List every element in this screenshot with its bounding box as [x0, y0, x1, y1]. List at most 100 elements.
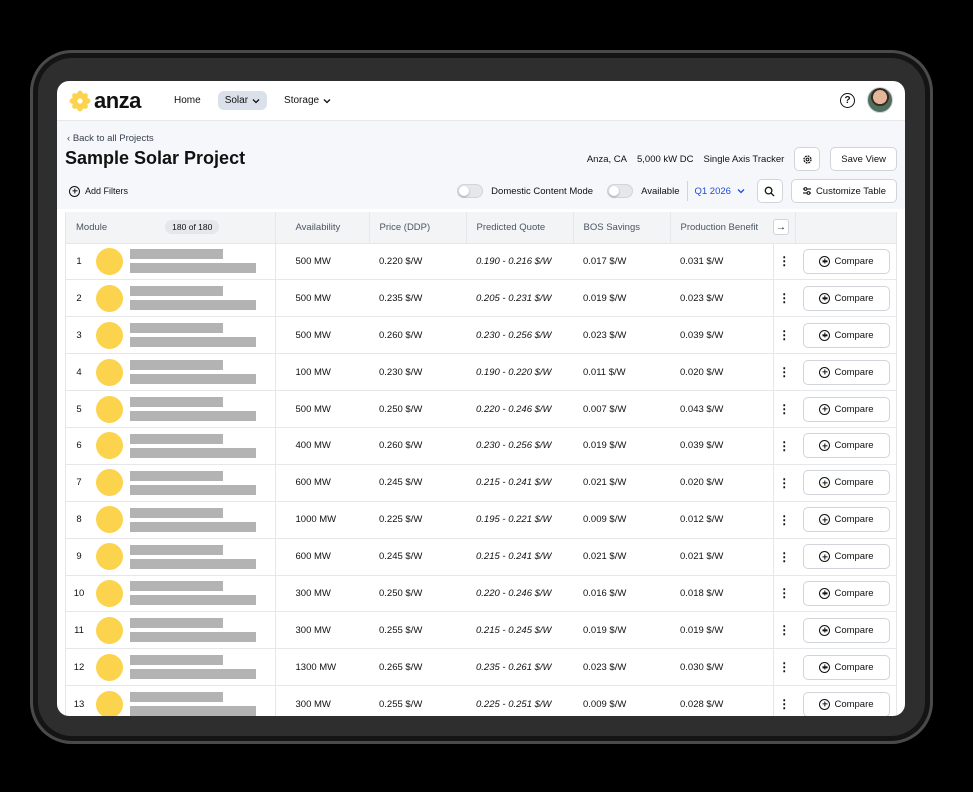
more-options-icon[interactable]: ⋮	[772, 648, 795, 687]
compare-button[interactable]: Compare	[803, 433, 890, 459]
table-row[interactable]: 2 500 MW 0.235 $/W 0.205 - 0.231 $/W 0.0…	[66, 279, 896, 318]
table-row[interactable]: 10 300 MW 0.250 $/W 0.220 - 0.246 $/W 0.…	[66, 575, 896, 613]
logo-wordmark: anza	[94, 87, 141, 113]
col-bos-savings[interactable]: BOS Savings	[573, 212, 671, 244]
more-options-icon[interactable]: ⋮	[772, 427, 795, 465]
more-options-icon[interactable]: ⋮	[772, 685, 795, 716]
col-module[interactable]: Module 180 of 180	[66, 212, 276, 244]
compare-cell: Compare	[795, 575, 896, 613]
back-link-label: Back to all Projects	[72, 133, 154, 144]
compare-button[interactable]: Compare	[803, 507, 890, 533]
module-logo	[96, 321, 123, 349]
more-options-icon[interactable]: ⋮	[772, 575, 795, 613]
more-options-icon[interactable]: ⋮	[772, 611, 795, 650]
quarter-select[interactable]: Q1 2026	[687, 181, 748, 201]
customize-table-button[interactable]: Customize Table	[790, 179, 897, 203]
col-price[interactable]: Price (DDP)	[369, 212, 467, 244]
col-predicted-quote[interactable]: Predicted Quote	[466, 212, 574, 244]
more-options-icon[interactable]: ⋮	[772, 538, 795, 576]
table-row[interactable]: 8 1000 MW 0.225 $/W 0.195 - 0.221 $/W 0.…	[66, 501, 896, 539]
module-name-redacted	[130, 507, 256, 532]
availability-cell: 500 MW	[275, 390, 369, 428]
module-logo	[96, 395, 123, 423]
compare-button[interactable]: Compare	[803, 654, 890, 680]
user-avatar[interactable]	[867, 87, 893, 113]
compare-button[interactable]: Compare	[803, 396, 890, 422]
module-logo	[96, 543, 123, 571]
compare-label: Compare	[834, 698, 874, 710]
production-benefit-cell: 0.012 $/W	[670, 501, 773, 539]
compare-button[interactable]: Compare	[803, 580, 890, 606]
availability-cell: 500 MW	[275, 243, 369, 281]
table-row[interactable]: 4 100 MW 0.230 $/W 0.190 - 0.220 $/W 0.0…	[66, 353, 896, 392]
compare-button[interactable]: Compare	[803, 470, 890, 496]
table-row[interactable]: 11 300 MW 0.255 $/W 0.215 - 0.245 $/W 0.…	[66, 611, 896, 650]
more-options-icon[interactable]: ⋮	[772, 390, 795, 428]
compare-cell: Compare	[795, 353, 896, 392]
nav-storage[interactable]: Storage	[277, 91, 338, 110]
logo[interactable]: anza	[69, 88, 167, 114]
nav-solar[interactable]: Solar	[217, 91, 268, 110]
plus-circle-icon	[819, 366, 831, 378]
nav-right: ?	[840, 87, 893, 113]
more-options-icon[interactable]: ⋮	[772, 353, 795, 392]
more-options-icon[interactable]: ⋮	[772, 243, 795, 281]
row-rank: 2	[76, 292, 82, 304]
more-options-icon[interactable]: ⋮	[772, 501, 795, 539]
page-title: Sample Solar Project	[65, 148, 246, 168]
row-rank: 12	[73, 661, 85, 673]
module-cell: 13	[66, 685, 276, 716]
module-cell: 12	[66, 648, 276, 687]
compare-button[interactable]: Compare	[803, 285, 890, 311]
predicted-quote-cell: 0.205 - 0.231 $/W	[466, 279, 573, 318]
module-name-redacted	[130, 581, 256, 606]
back-link[interactable]: ‹ Back to all Projects	[67, 133, 154, 144]
module-name-redacted	[130, 249, 256, 274]
price-cell: 0.260 $/W	[369, 427, 466, 465]
col-production-benefit[interactable]: Production Benefit	[670, 212, 773, 244]
predicted-quote-cell: 0.220 - 0.246 $/W	[466, 575, 573, 613]
compare-button[interactable]: Compare	[803, 617, 890, 643]
compare-label: Compare	[834, 587, 874, 599]
project-capacity: 5,000 kW DC	[636, 153, 694, 165]
search-button[interactable]	[756, 179, 783, 203]
add-filters-button[interactable]: Add Filters	[65, 183, 132, 200]
arrow-right-icon[interactable]: →	[773, 219, 789, 236]
col-availability[interactable]: Availability	[275, 212, 370, 244]
settings-button[interactable]	[794, 147, 821, 171]
bos-savings-cell: 0.007 $/W	[573, 390, 670, 428]
more-options-icon[interactable]: ⋮	[772, 316, 795, 355]
table-row[interactable]: 13 300 MW 0.255 $/W 0.225 - 0.251 $/W 0.…	[66, 685, 896, 716]
compare-button[interactable]: Compare	[803, 322, 890, 348]
bos-savings-cell: 0.021 $/W	[573, 538, 670, 576]
compare-button[interactable]: Compare	[803, 359, 890, 385]
compare-button[interactable]: Compare	[803, 544, 890, 570]
table-row[interactable]: 6 400 MW 0.260 $/W 0.230 - 0.256 $/W 0.0…	[66, 427, 896, 465]
compare-button[interactable]: Compare	[803, 248, 890, 274]
nav-home[interactable]: Home	[167, 91, 208, 110]
table-row[interactable]: 7 600 MW 0.245 $/W 0.215 - 0.241 $/W 0.0…	[66, 464, 896, 502]
table-row[interactable]: 1 500 MW 0.220 $/W 0.190 - 0.216 $/W 0.0…	[66, 243, 896, 281]
row-rank: 5	[76, 403, 82, 415]
module-cell: 5	[66, 390, 276, 428]
more-options-icon[interactable]: ⋮	[772, 464, 795, 502]
table-row[interactable]: 12 1300 MW 0.265 $/W 0.235 - 0.261 $/W 0…	[66, 648, 896, 687]
table-row[interactable]: 5 500 MW 0.250 $/W 0.220 - 0.246 $/W 0.0…	[66, 390, 896, 428]
compare-label: Compare	[834, 477, 874, 489]
compare-label: Compare	[834, 514, 874, 526]
table-row[interactable]: 3 500 MW 0.260 $/W 0.230 - 0.256 $/W 0.0…	[66, 316, 896, 355]
module-name-redacted	[130, 692, 256, 716]
price-cell: 0.250 $/W	[369, 390, 466, 428]
table-row[interactable]: 9 600 MW 0.245 $/W 0.215 - 0.241 $/W 0.0…	[66, 538, 896, 576]
save-view-button[interactable]: Save View	[830, 147, 897, 171]
bos-savings-cell: 0.016 $/W	[573, 575, 670, 613]
help-icon[interactable]: ?	[840, 92, 855, 108]
available-toggle[interactable]	[607, 184, 634, 198]
price-cell: 0.260 $/W	[369, 316, 466, 355]
nav-solar-label: Solar	[224, 95, 249, 106]
more-options-icon[interactable]: ⋮	[772, 279, 795, 318]
compare-label: Compare	[834, 329, 874, 341]
compare-button[interactable]: Compare	[803, 691, 890, 716]
domestic-content-toggle[interactable]	[457, 184, 484, 198]
plus-circle-icon	[819, 329, 831, 341]
